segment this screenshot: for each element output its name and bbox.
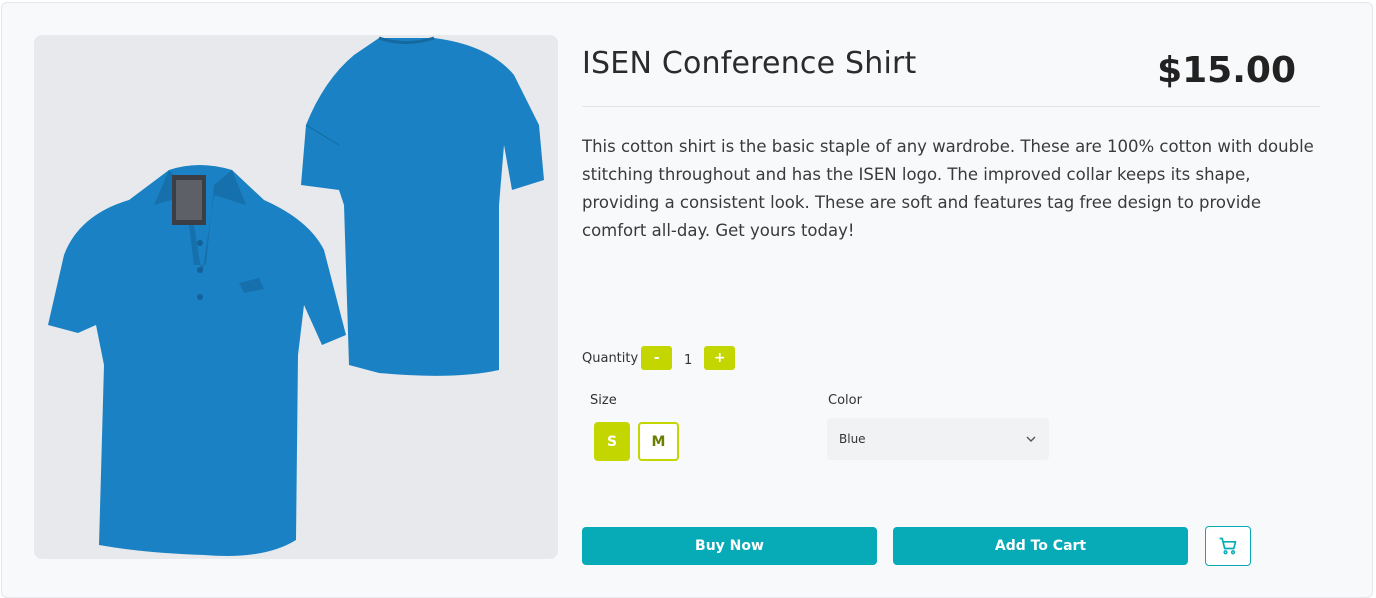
action-buttons: Buy Now Add To Cart [582,526,1251,566]
product-price: $15.00 [1157,50,1296,91]
quantity-increase-button[interactable]: + [704,346,736,370]
add-to-cart-button[interactable]: Add To Cart [893,527,1188,565]
chevron-down-icon [1026,436,1036,442]
size-label: Size [590,393,617,408]
product-title: ISEN Conference Shirt [582,46,917,81]
product-image [48,36,544,556]
quantity-label: Quantity [582,350,639,366]
product-description: This cotton shirt is the basic staple of… [582,137,1314,240]
buy-now-button[interactable]: Buy Now [582,527,877,565]
color-select[interactable]: Blue [827,418,1049,460]
color-label: Color [828,393,862,408]
cart-button[interactable] [1205,526,1251,566]
cart-icon [1219,537,1237,555]
shirt-front-view [48,165,346,556]
size-option-m[interactable]: M [638,422,679,461]
divider [582,106,1320,107]
size-option-s[interactable]: S [594,422,630,461]
quantity-decrease-button[interactable]: - [641,346,673,370]
quantity-value[interactable]: 1 [672,349,704,368]
color-select-value: Blue [839,432,866,446]
product-image-panel [34,35,558,559]
size-options: S M [594,422,679,461]
quantity-row: Quantity - 1 + [582,346,736,370]
